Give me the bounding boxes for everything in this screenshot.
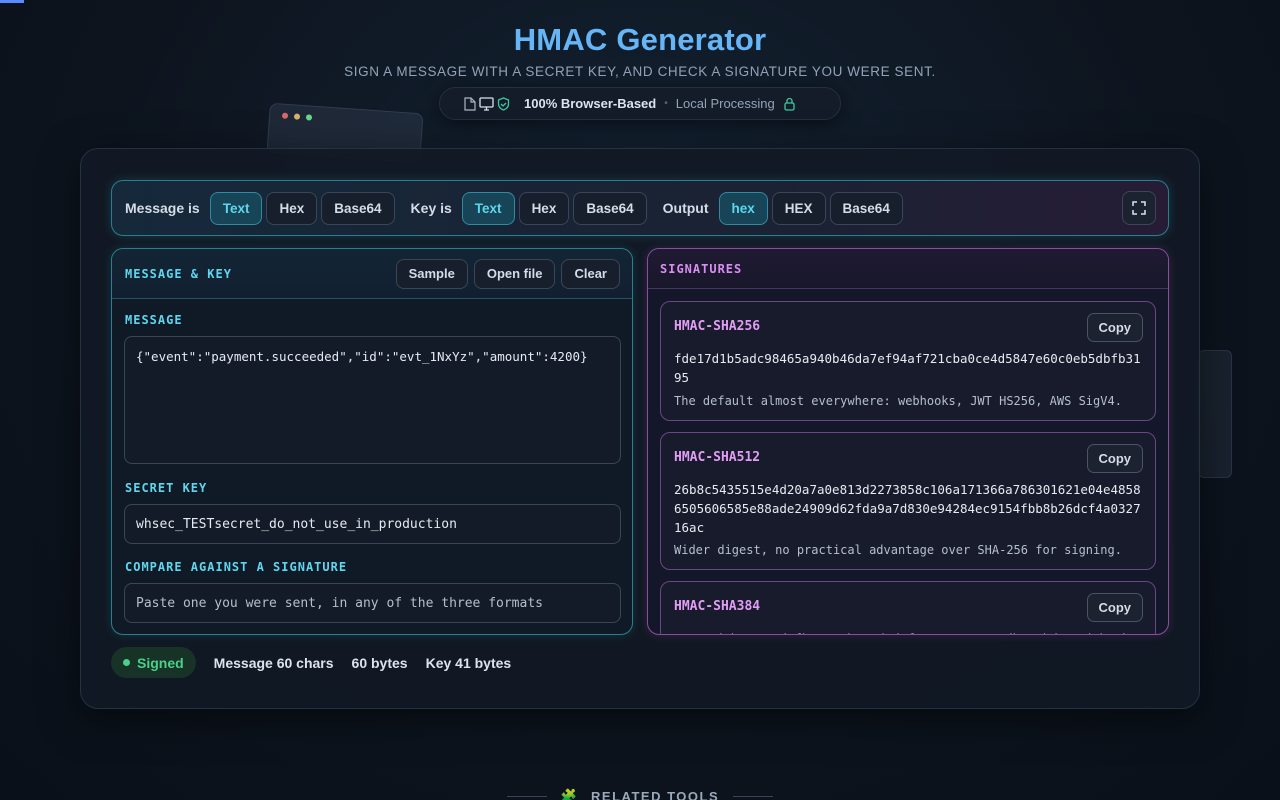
signature-card-sha256: HMAC-SHA256 Copy fde17d1b5adc98465a940b4… (660, 301, 1156, 421)
status-bar: Signed Message 60 chars 60 bytes Key 41 … (111, 647, 529, 678)
key-format-label: Key is (410, 200, 452, 216)
key-stat: Key 41 bytes (426, 655, 512, 671)
signature-card-sha512: HMAC-SHA512 Copy 26b8c5435515e4d20a7a0e8… (660, 432, 1156, 570)
output-format-hex-upper[interactable]: HEX (771, 191, 826, 225)
shield-check-icon (497, 96, 510, 111)
signature-card-sha384: HMAC-SHA384 Copy 4a1130bd48408ad0fb470c5… (660, 581, 1156, 634)
message-format-label: Message is (125, 200, 200, 216)
secret-key-label: SECRET KEY (125, 481, 208, 495)
output-format-base64[interactable]: Base64 (829, 191, 903, 225)
signature-value: fde17d1b5adc98465a940b46da7ef94af721cba0… (674, 351, 1141, 385)
message-format-text[interactable]: Text (209, 191, 263, 225)
signatures-title: SIGNATURES (660, 261, 743, 276)
fullscreen-button[interactable] (1122, 191, 1156, 225)
signature-name: HMAC-SHA256 (674, 319, 761, 334)
key-format-base64[interactable]: Base64 (573, 191, 647, 225)
message-key-header: MESSAGE & KEY Sample Open file Clear (112, 249, 632, 299)
pill-separator: • (664, 98, 668, 109)
signature-name: HMAC-SHA384 (674, 599, 761, 614)
message-stat-value: 60 chars (276, 654, 334, 671)
privacy-pill: 100% Browser-Based • Local Processing (439, 87, 841, 120)
clear-button[interactable]: Clear (561, 258, 620, 289)
related-tools-heading: 🧩 RELATED TOOLS (0, 788, 1280, 800)
puzzle-icon: 🧩 (560, 788, 578, 800)
compare-signature-input[interactable]: Paste one you were sent, in any of the t… (124, 583, 621, 623)
signature-value: 26b8c5435515e4d20a7a0e813d2273858c106a17… (674, 482, 1141, 535)
lock-icon (783, 97, 796, 111)
monitor-icon (479, 96, 494, 111)
message-format-hex[interactable]: Hex (266, 191, 318, 225)
copy-sha512-button[interactable]: Copy (1086, 444, 1143, 473)
message-format-base64[interactable]: Base64 (321, 191, 395, 225)
sample-button[interactable]: Sample (395, 258, 468, 289)
message-stat: Message 60 chars (214, 655, 334, 671)
page-title: HMAC Generator (513, 22, 767, 57)
output-format-hex-lower[interactable]: hex (718, 191, 768, 225)
decorative-panel (1198, 350, 1232, 478)
key-stat-value: 41 bytes (455, 654, 512, 671)
pill-muted-text: Local Processing (675, 96, 775, 111)
corner-accent (0, 0, 24, 3)
output-format-label: Output (662, 200, 709, 216)
file-icon (464, 96, 476, 111)
message-label: MESSAGE (125, 313, 183, 327)
signature-description: The default almost everywhere: webhooks,… (674, 394, 1122, 408)
pill-icons (464, 96, 510, 111)
divider (506, 795, 547, 797)
pill-strong-text: 100% Browser-Based (524, 96, 657, 111)
signature-name: HMAC-SHA512 (674, 450, 761, 465)
page-subtitle: SIGN A MESSAGE WITH A SECRET KEY, AND CH… (344, 64, 936, 79)
format-toolbar: Message is Text Hex Base64 Key is Text H… (111, 180, 1169, 236)
key-format-hex[interactable]: Hex (518, 191, 570, 225)
status-badge-label: Signed (137, 654, 184, 671)
key-format-text[interactable]: Text (461, 191, 515, 225)
copy-sha384-button[interactable]: Copy (1086, 593, 1143, 622)
signature-description: Wider digest, no practical advantage ove… (674, 543, 1122, 557)
status-badge: Signed (111, 647, 196, 678)
message-textarea[interactable]: {"event":"payment.succeeded","id":"evt_1… (124, 336, 621, 464)
secret-key-input[interactable]: whsec_TESTsecret_do_not_use_in_productio… (124, 504, 621, 544)
message-key-panel: MESSAGE & KEY Sample Open file Clear MES… (111, 248, 633, 635)
signature-value: 4a1130bd48408ad0fb470c5b175d0d1f5c7a4c63… (674, 629, 1144, 634)
signatures-panel: SIGNATURES HMAC-SHA256 Copy fde17d1b5adc… (647, 248, 1169, 635)
bytes-stat: 60 bytes (351, 654, 408, 671)
fullscreen-icon (1132, 201, 1146, 215)
message-stat-label: Message (213, 654, 273, 671)
compare-label: COMPARE AGAINST A SIGNATURE (125, 560, 348, 574)
status-dot-icon (123, 659, 130, 666)
signatures-header: SIGNATURES (648, 249, 1168, 289)
copy-sha256-button[interactable]: Copy (1086, 313, 1143, 342)
open-file-button[interactable]: Open file (473, 258, 556, 289)
key-stat-label: Key (425, 654, 452, 671)
divider (733, 795, 774, 797)
related-tools-label: RELATED TOOLS (591, 788, 720, 800)
page-header: HMAC Generator SIGN A MESSAGE WITH A SEC… (0, 22, 1280, 79)
message-key-title: MESSAGE & KEY (125, 266, 232, 281)
